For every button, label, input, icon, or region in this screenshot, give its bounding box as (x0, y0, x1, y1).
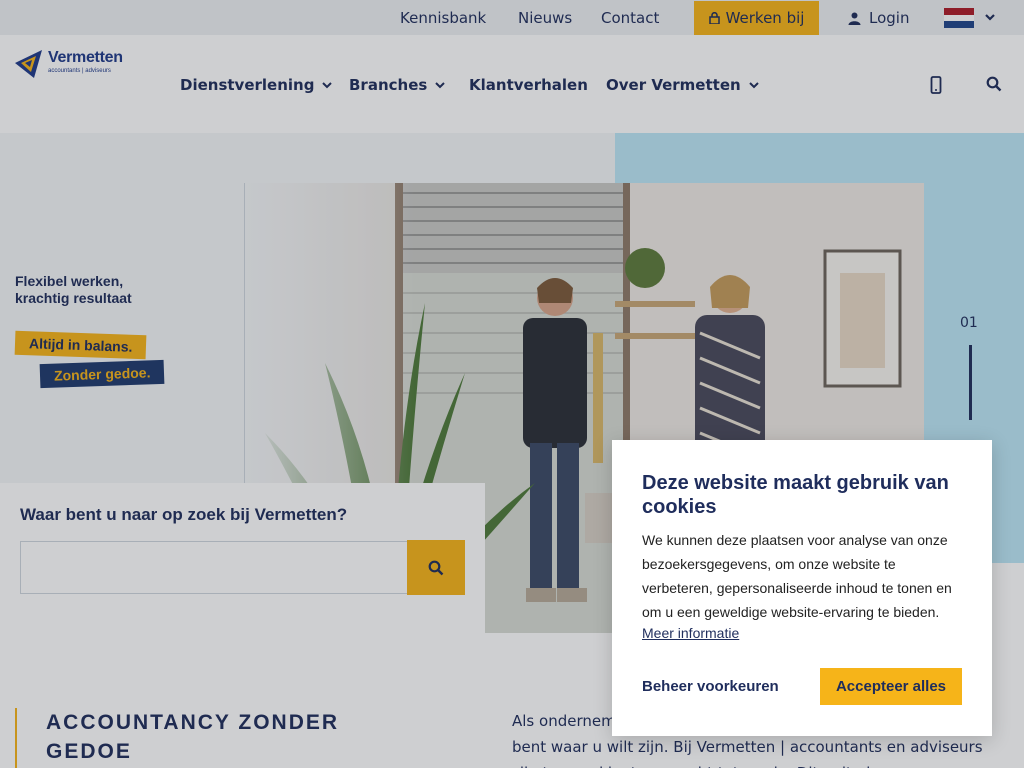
cookie-title: Deze website maakt gebruik van cookies (642, 472, 949, 518)
manage-preferences-button[interactable]: Beheer voorkeuren (642, 668, 779, 705)
cookie-body: We kunnen deze plaatsen voor analyse van… (642, 532, 952, 620)
accept-all-button[interactable]: Accepteer alles (820, 668, 962, 705)
cookie-more-info-link[interactable]: Meer informatie (642, 625, 739, 641)
cookie-consent-dialog: Deze website maakt gebruik van cookies W… (612, 440, 992, 736)
